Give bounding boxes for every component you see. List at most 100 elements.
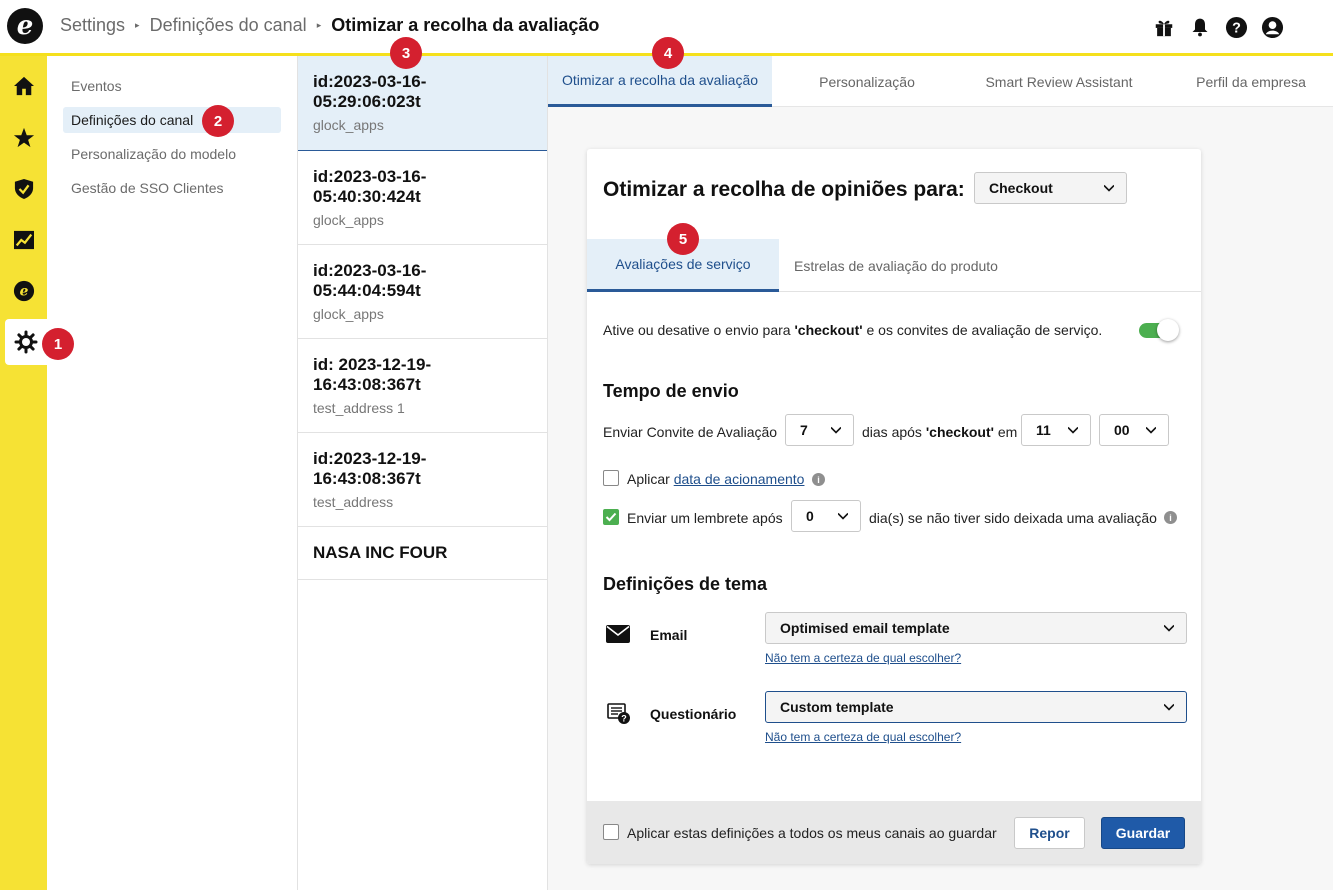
hour-select[interactable]: 11 [1021,414,1091,446]
breadcrumb-channel-settings[interactable]: Definições do canal [150,15,307,36]
list-item[interactable]: id: 2023-12-19-16:43:08:367t test_addres… [298,339,547,433]
questionnaire-help-link[interactable]: Não tem a certeza de qual escolher? [765,730,961,744]
e-circle-icon[interactable]: e [0,268,47,314]
chevron-down-icon [1146,426,1156,434]
apply-all-checkbox[interactable] [603,824,619,840]
card-footer: Aplicar estas definições a todos os meus… [587,801,1201,864]
send-toggle[interactable] [1139,319,1179,341]
list-item-subtitle: glock_apps [313,212,384,228]
page-title: Otimizar a recolha da avaliação [331,15,600,35]
list-item-subtitle: test_address [313,494,394,510]
list-item-title: id:2023-03-16-05:40:30:424t [313,167,427,206]
minute-select[interactable]: 00 [1099,414,1169,446]
tab-personalisation[interactable]: Personalização [772,56,962,107]
questionnaire-template-value: Custom template [780,699,894,715]
step-badge-3: 3 [390,37,422,69]
trigger-date-link[interactable]: data de acionamento [674,471,805,487]
send-time-heading: Tempo de envio [603,381,739,401]
settings-card: Otimizar a recolha de opiniões para: Che… [587,149,1201,864]
email-label: Email [650,627,688,643]
step-badge-1: 1 [42,328,74,360]
days-select[interactable]: 7 [785,414,854,446]
list-item[interactable]: id:2023-03-16-05:40:30:424t glock_apps [298,151,547,245]
reset-button[interactable]: Repor [1014,817,1085,849]
days-after-text: dias após 'checkout' em [862,424,1018,440]
list-item[interactable]: NASA INC FOUR [298,527,547,580]
gear-icon[interactable] [5,319,47,365]
list-item-subtitle: glock_apps [313,306,384,322]
info-icon[interactable]: i [812,473,825,486]
user-icon[interactable] [1259,14,1285,40]
chevron-down-icon [1164,703,1174,711]
envelope-icon [606,625,630,648]
chevron-down-icon [831,426,841,434]
chevron-down-icon [1164,624,1174,632]
home-icon[interactable] [0,63,47,109]
chevron-down-icon [1104,184,1114,192]
email-template-select[interactable]: Optimised email template [765,612,1187,644]
trigger-date-checkbox[interactable] [603,470,619,486]
questionnaire-icon: ? [607,703,631,730]
list-item[interactable]: id:2023-03-16-05:29:06:023t glock_apps [298,56,547,151]
list-item[interactable]: id:2023-12-19-16:43:08:367t test_address [298,433,547,527]
reminder-checkbox[interactable] [603,509,619,525]
list-item-title: NASA INC FOUR [313,543,448,562]
tab-smart-review-assistant[interactable]: Smart Review Assistant [962,56,1156,107]
apply-all-label: Aplicar estas definições a todos os meus… [627,825,997,841]
reminder-label: Enviar um lembrete após [627,510,783,526]
svg-text:?: ? [1232,20,1241,36]
star-icon[interactable] [0,115,47,161]
step-badge-2: 2 [202,105,234,137]
list-item-title: id:2023-03-16-05:29:06:023t [313,72,427,111]
questionnaire-template-select[interactable]: Custom template [765,691,1187,723]
breadcrumb-settings[interactable]: Settings [60,15,125,36]
toggle-description: Ative ou desative o envio para 'checkout… [603,322,1103,338]
settings-nav: Eventos Definições do canal Personalizaç… [47,56,298,890]
card-title: Otimizar a recolha de opiniões para: [603,178,965,201]
days-value: 7 [800,422,808,438]
main-panel: Otimizar a recolha da avaliação Personal… [548,56,1333,890]
step-badge-5: 5 [667,223,699,255]
email-help-link[interactable]: Não tem a certeza de qual escolher? [765,651,961,665]
theme-heading: Definições de tema [603,574,768,594]
send-invite-label: Enviar Convite de Avaliação [603,424,778,440]
subtab-product-stars[interactable]: Estrelas de avaliação do produto [779,239,1013,292]
tab-company-profile[interactable]: Perfil da empresa [1156,56,1333,107]
nav-item-sso-management[interactable]: Gestão de SSO Clientes [63,175,281,201]
channel-list: id:2023-03-16-05:29:06:023t glock_apps i… [298,56,548,890]
save-button[interactable]: Guardar [1101,817,1185,849]
analytics-icon[interactable] [0,217,47,263]
reminder-suffix: dia(s) se não tiver sido deixada uma ava… [869,510,1157,526]
nav-item-template-customisation[interactable]: Personalização do modelo [63,141,281,167]
chevron-down-icon [838,512,848,520]
minute-value: 00 [1114,422,1130,438]
info-icon[interactable]: i [1164,511,1177,524]
list-item[interactable]: id:2023-03-16-05:44:04:594t glock_apps [298,245,547,339]
bell-icon[interactable] [1187,14,1213,40]
nav-item-channel-settings[interactable]: Definições do canal [63,107,281,133]
list-item-title: id:2023-12-19-16:43:08:367t [313,449,427,488]
gift-icon[interactable] [1151,14,1177,40]
step-badge-4: 4 [652,37,684,69]
checkmark-icon [605,512,617,522]
breadcrumb-separator-icon: ▸ [316,20,322,30]
reminder-days-select[interactable]: 0 [791,500,861,532]
optimise-for-value: Checkout [989,180,1053,196]
nav-item-events[interactable]: Eventos [63,73,281,99]
email-template-value: Optimised email template [780,620,950,636]
svg-text:e: e [19,284,28,300]
list-item-title: id:2023-03-16-05:44:04:594t [313,261,427,300]
trustpilot-logo[interactable]: e [7,8,43,44]
shield-check-icon[interactable] [0,166,47,212]
optimise-for-select[interactable]: Checkout [974,172,1127,204]
list-item-subtitle: test_address 1 [313,400,405,416]
trigger-date-label: Aplicar data de acionamento [627,471,805,487]
reminder-days-value: 0 [806,508,814,524]
left-rail: e [0,56,47,890]
help-icon[interactable]: ? [1223,14,1249,40]
list-item-title: id: 2023-12-19-16:43:08:367t [313,355,432,394]
breadcrumb: Settings ▸ Definições do canal ▸ Otimiza… [60,15,599,36]
questionnaire-label: Questionário [650,706,737,722]
list-item-subtitle: glock_apps [313,117,384,133]
svg-text:?: ? [621,714,627,724]
